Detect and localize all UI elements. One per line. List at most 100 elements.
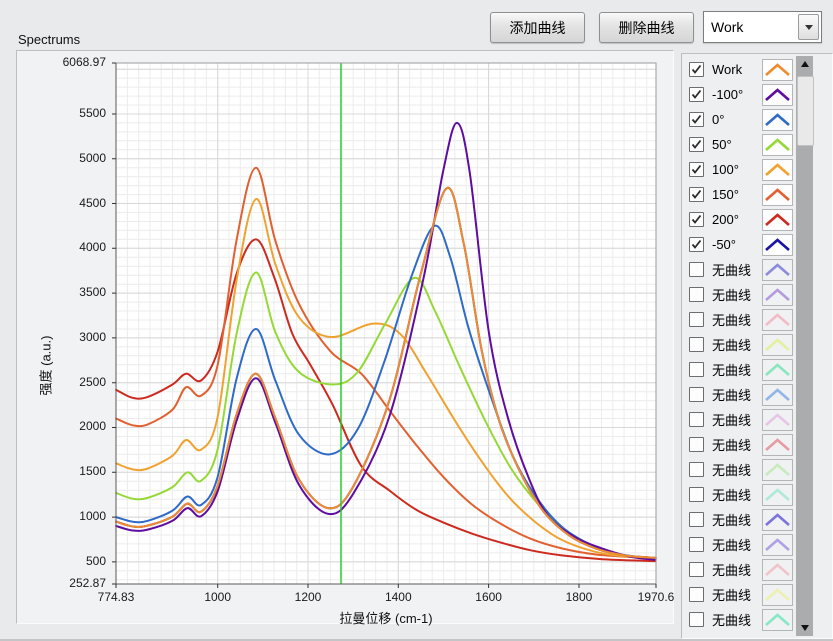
curve-select-dropdown[interactable]: Work [703, 11, 822, 43]
y-tick-label: 2000 [17, 419, 106, 434]
legend-line-swatch[interactable] [762, 559, 793, 581]
spectrum-chart-panel: 6068.97550050004500400035003000250020001… [16, 50, 674, 624]
legend-checkbox[interactable] [689, 412, 704, 427]
legend-checkbox[interactable] [689, 362, 704, 377]
legend-label: 50° [712, 137, 732, 152]
legend-row: 150° [682, 182, 795, 207]
legend-line-swatch[interactable] [762, 134, 793, 156]
legend-line-swatch[interactable] [762, 384, 793, 406]
chevron-down-icon [805, 25, 813, 30]
legend-checkbox[interactable] [689, 437, 704, 452]
legend-line-swatch[interactable] [762, 59, 793, 81]
scroll-up-button[interactable] [796, 56, 813, 72]
plot-area[interactable] [110, 57, 662, 590]
legend-line-swatch[interactable] [762, 334, 793, 356]
legend-checkbox[interactable] [689, 112, 704, 127]
legend-checkbox[interactable] [689, 512, 704, 527]
add-curve-button[interactable]: 添加曲线 [490, 12, 585, 43]
x-tick-label: 1400 [363, 590, 433, 605]
legend-checkbox[interactable] [689, 487, 704, 502]
legend-row: 200° [682, 207, 795, 232]
legend-checkbox[interactable] [689, 537, 704, 552]
legend-row: 无曲线 [682, 532, 795, 557]
legend-row: 100° [682, 157, 795, 182]
legend-checkbox[interactable] [689, 137, 704, 152]
line-style-icon [763, 160, 792, 180]
line-style-icon [763, 335, 792, 355]
legend-checkbox[interactable] [689, 337, 704, 352]
legend-label: Work [712, 62, 742, 77]
line-style-icon [763, 460, 792, 480]
legend-checkbox[interactable] [689, 387, 704, 402]
legend-line-swatch[interactable] [762, 284, 793, 306]
legend-checkbox[interactable] [689, 162, 704, 177]
legend-label: 无曲线 [712, 560, 751, 579]
legend-line-swatch[interactable] [762, 409, 793, 431]
scrollbar-thumb[interactable] [797, 76, 814, 146]
legend-line-swatch[interactable] [762, 159, 793, 181]
legend-line-swatch[interactable] [762, 484, 793, 506]
legend-checkbox[interactable] [689, 87, 704, 102]
legend-line-swatch[interactable] [762, 309, 793, 331]
delete-curve-button[interactable]: 删除曲线 [599, 12, 694, 43]
line-style-icon [763, 310, 792, 330]
legend-line-swatch[interactable] [762, 209, 793, 231]
y-tick-label: 500 [17, 554, 106, 569]
y-tick-label: 4500 [17, 196, 106, 211]
line-style-icon [763, 85, 792, 105]
legend-label: 无曲线 [712, 460, 751, 479]
legend-line-swatch[interactable] [762, 259, 793, 281]
y-tick-label: 252.87 [17, 576, 106, 591]
legend-checkbox[interactable] [689, 587, 704, 602]
legend-row: -50° [682, 232, 795, 257]
legend-checkbox[interactable] [689, 287, 704, 302]
legend-checkbox[interactable] [689, 237, 704, 252]
line-style-icon [763, 510, 792, 530]
legend-label: 无曲线 [712, 260, 751, 279]
legend-row: 无曲线 [682, 432, 795, 457]
legend-line-swatch[interactable] [762, 434, 793, 456]
legend-line-swatch[interactable] [762, 534, 793, 556]
line-style-icon [763, 210, 792, 230]
legend-row: 无曲线 [682, 582, 795, 607]
y-tick-label: 1000 [17, 509, 106, 524]
legend-checkbox[interactable] [689, 312, 704, 327]
legend-checkbox[interactable] [689, 612, 704, 627]
legend-line-swatch[interactable] [762, 584, 793, 606]
legend-line-swatch[interactable] [762, 184, 793, 206]
legend-checkbox[interactable] [689, 187, 704, 202]
legend-line-swatch[interactable] [762, 84, 793, 106]
check-icon [690, 113, 703, 126]
legend-label: 无曲线 [712, 285, 751, 304]
legend-scrollbar[interactable] [796, 56, 813, 636]
line-style-icon [763, 610, 792, 630]
legend-row: 0° [682, 107, 795, 132]
legend-line-swatch[interactable] [762, 359, 793, 381]
x-axis-title: 拉曼位移 (cm-1) [116, 608, 656, 627]
legend-checkbox[interactable] [689, 62, 704, 77]
legend-line-swatch[interactable] [762, 234, 793, 256]
scroll-down-button[interactable] [796, 620, 813, 636]
legend-row: Work [682, 57, 795, 82]
legend-label: 无曲线 [712, 310, 751, 329]
line-style-icon [763, 60, 792, 80]
legend-line-swatch[interactable] [762, 609, 793, 631]
y-tick-label: 2500 [17, 375, 106, 390]
x-tick-label: 1000 [183, 590, 253, 605]
x-tick-label: 1600 [454, 590, 524, 605]
y-tick-label: 3000 [17, 330, 106, 345]
line-style-icon [763, 485, 792, 505]
dropdown-arrow-button[interactable] [798, 14, 819, 40]
check-icon [690, 213, 703, 226]
legend-label: 150° [712, 187, 739, 202]
legend-checkbox[interactable] [689, 462, 704, 477]
legend-checkbox[interactable] [689, 562, 704, 577]
legend-row: 无曲线 [682, 332, 795, 357]
legend-line-swatch[interactable] [762, 459, 793, 481]
legend-checkbox[interactable] [689, 262, 704, 277]
legend-line-swatch[interactable] [762, 109, 793, 131]
legend-line-swatch[interactable] [762, 509, 793, 531]
legend-checkbox[interactable] [689, 212, 704, 227]
check-icon [690, 188, 703, 201]
legend-label: 无曲线 [712, 360, 751, 379]
